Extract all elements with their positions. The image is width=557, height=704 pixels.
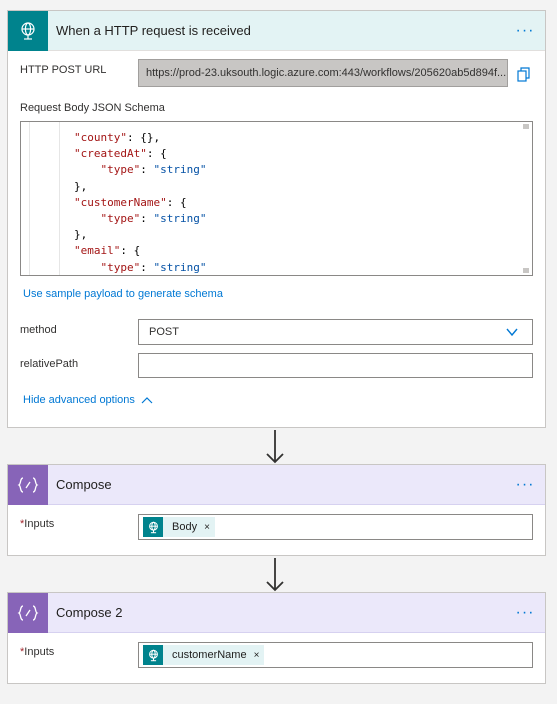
globe-request-icon (143, 517, 163, 537)
schema-code-line: "customerName": { (73, 195, 187, 209)
body-token[interactable]: Body × (143, 517, 215, 537)
schema-code-line: "type": "string" (100, 211, 207, 225)
inputs-label-text: Inputs (24, 518, 55, 530)
globe-request-icon (143, 645, 163, 665)
http-request-trigger-card: When a HTTP request is received ··· HTTP… (7, 10, 546, 428)
schema-code-line: "createdAt": { (73, 147, 167, 161)
compose-inputs-field[interactable]: Body × (138, 514, 533, 540)
scroll-up-marker (523, 124, 529, 129)
schema-code-line: "county": {}, (73, 131, 161, 144)
method-label: method (20, 324, 57, 336)
compose-more-button[interactable]: ··· (505, 465, 545, 505)
relative-path-input[interactable] (138, 353, 533, 378)
schema-code: "county": {}, "createdAt": { "type": "st… (21, 130, 518, 275)
customer-name-token[interactable]: customerName × (143, 645, 265, 665)
curly-braces-icon (8, 592, 48, 633)
remove-token-icon[interactable]: × (202, 522, 215, 533)
compose-card: Compose ··· *Inputs Body × (7, 464, 546, 556)
advanced-link-label: Hide advanced options (23, 394, 135, 406)
inputs-label-text: Inputs (24, 646, 55, 658)
schema-code-line: }, (21, 228, 88, 242)
compose-2-card: Compose 2 ··· *Inputs customerName × (7, 592, 546, 684)
method-value: POST (149, 326, 179, 338)
method-select[interactable]: POST (138, 319, 533, 345)
arrow-down-icon (266, 430, 284, 464)
trigger-more-button[interactable]: ··· (505, 11, 545, 51)
schema-editor[interactable]: "county": {}, "createdAt": { "type": "st… (20, 121, 533, 276)
compose-2-header[interactable]: Compose 2 ··· (8, 592, 545, 633)
compose-title: Compose (56, 477, 112, 492)
schema-code-line: "type": "string" (100, 260, 207, 274)
schema-code-line: }, (21, 179, 88, 193)
trigger-title: When a HTTP request is received (56, 23, 251, 38)
arrow-down-icon (266, 558, 284, 592)
trigger-header[interactable]: When a HTTP request is received ··· (8, 10, 545, 51)
http-post-url-label: HTTP POST URL (20, 64, 107, 76)
generate-schema-link[interactable]: Use sample payload to generate schema (23, 288, 223, 300)
compose-2-title: Compose 2 (56, 605, 123, 620)
schema-scrollbar[interactable] (520, 122, 532, 275)
schema-code-line: "type": "string" (100, 163, 207, 177)
schema-label: Request Body JSON Schema (20, 102, 165, 114)
compose-2-more-button[interactable]: ··· (505, 593, 545, 633)
token-label: Body (172, 521, 198, 533)
chevron-up-icon (141, 397, 153, 404)
relative-path-label: relativePath (20, 358, 79, 370)
hide-advanced-options-link[interactable]: Hide advanced options (23, 394, 153, 406)
inputs-label: *Inputs (20, 646, 54, 658)
token-label: customerName (172, 649, 247, 661)
globe-request-icon (8, 10, 48, 51)
curly-braces-icon (8, 464, 48, 505)
chevron-down-icon (506, 328, 518, 337)
http-post-url-field[interactable]: https://prod-23.uksouth.logic.azure.com:… (138, 59, 508, 87)
inputs-label: *Inputs (20, 518, 54, 530)
compose-2-inputs-field[interactable]: customerName × (138, 642, 533, 668)
scroll-down-marker (523, 268, 529, 273)
schema-code-line: "email": { (73, 244, 141, 258)
copy-icon[interactable] (517, 67, 531, 83)
compose-header[interactable]: Compose ··· (8, 464, 545, 505)
remove-token-icon[interactable]: × (252, 650, 265, 661)
